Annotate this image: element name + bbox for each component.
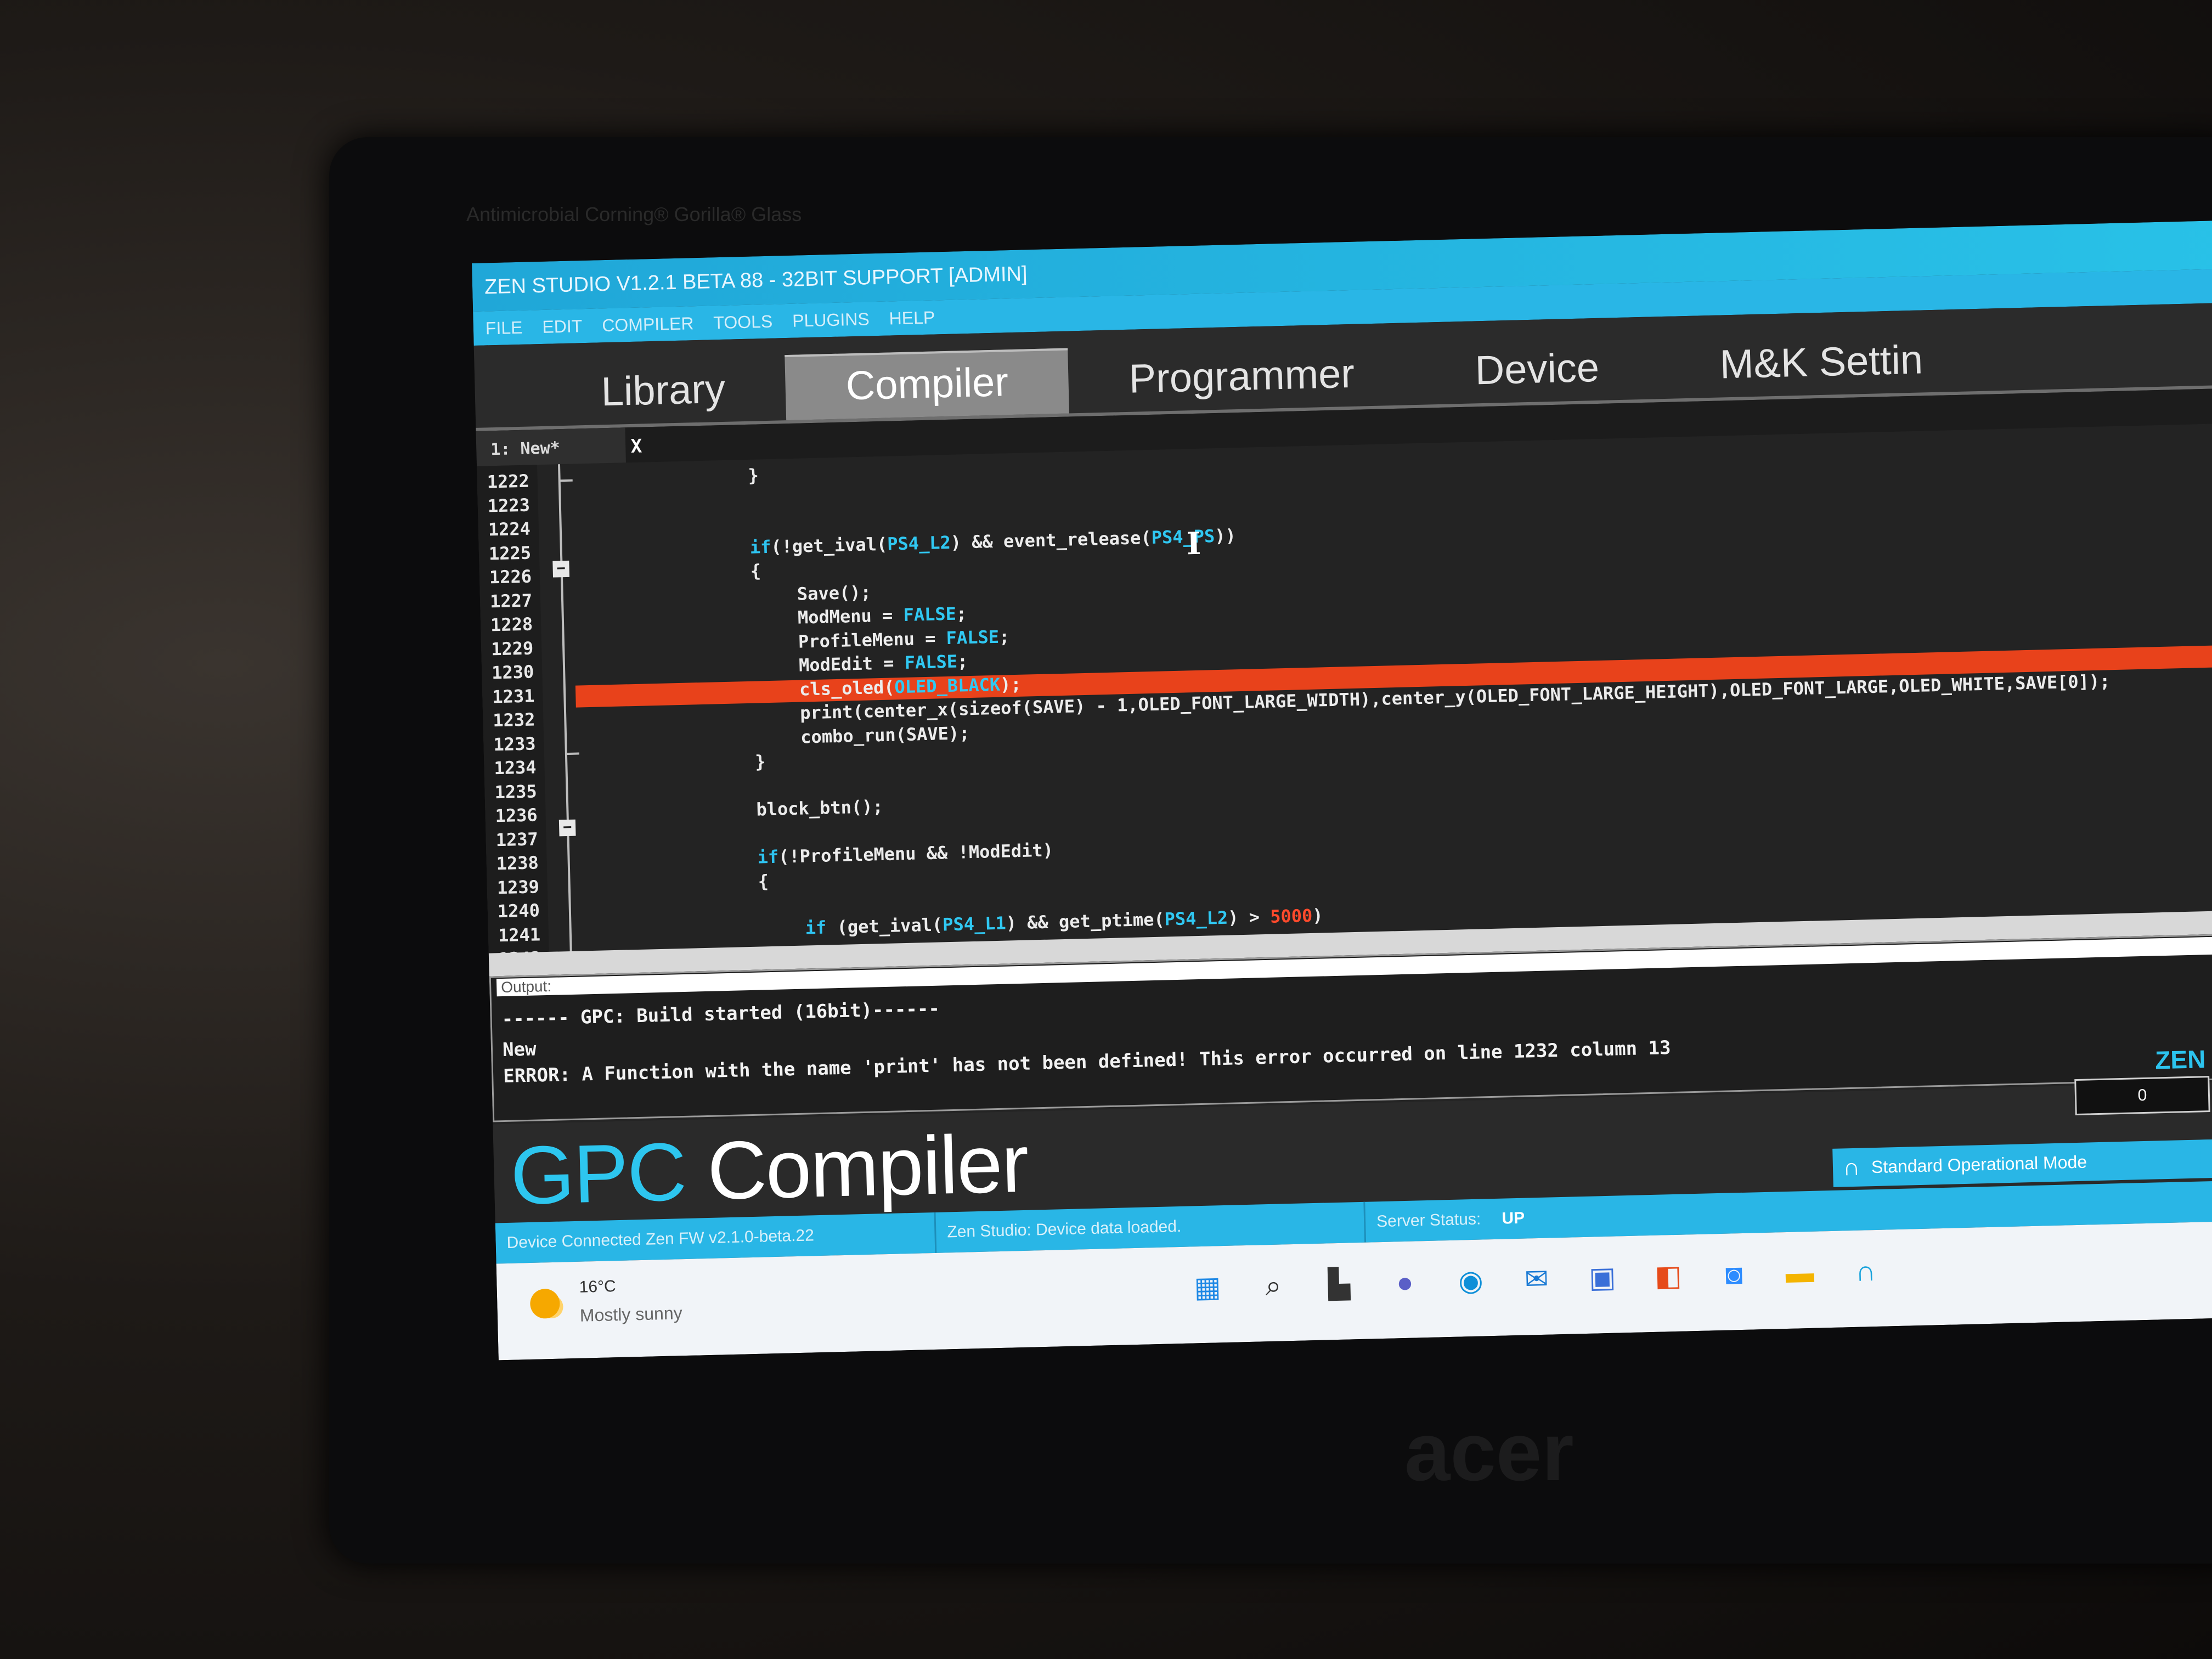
menu-tools[interactable]: TOOLS	[713, 311, 773, 333]
line-number: 1225	[488, 542, 532, 564]
server-status-value: UP	[1502, 1209, 1525, 1228]
fold-guide	[557, 464, 573, 974]
output-error-line: ERROR: A Function with the name 'print' …	[503, 1037, 1671, 1088]
code-line: combo_run(SAVE);	[800, 722, 970, 748]
output-line: New	[502, 1038, 537, 1062]
menu-help[interactable]: HELP	[889, 307, 935, 329]
tab-programmer[interactable]: Programmer	[1068, 348, 1416, 413]
code-line: }	[754, 751, 766, 772]
line-number: 1233	[493, 732, 536, 755]
fold-collapse-icon[interactable]: −	[558, 819, 576, 837]
file-explorer-icon[interactable]: ▬	[1780, 1254, 1820, 1293]
line-number: 1232	[492, 709, 535, 731]
menu-file[interactable]: FILE	[485, 317, 522, 338]
operational-mode-label: Standard Operational Mode	[1871, 1152, 2087, 1177]
code-line: Save();	[797, 581, 872, 605]
chat-icon[interactable]: ●	[1385, 1263, 1425, 1302]
line-number: 1231	[492, 685, 535, 707]
line-number: 1223	[487, 494, 531, 516]
text-cursor-icon: I	[1186, 525, 1201, 562]
office-icon[interactable]: ◧	[1649, 1256, 1688, 1296]
line-number: 1240	[497, 900, 540, 922]
line-number: 1235	[494, 780, 538, 803]
output-line: ------ GPC: Build started (16bit)------	[501, 997, 940, 1031]
ok-button[interactable]: OK	[2199, 1138, 2212, 1178]
menu-edit[interactable]: EDIT	[542, 316, 583, 337]
zen-logo-icon: ∩	[1842, 1153, 1861, 1181]
code-line: ModMenu = FALSE;	[797, 603, 967, 628]
server-status-label: Server Status:	[1376, 1210, 1481, 1231]
tab-mk-settings[interactable]: M&K Settin	[1659, 335, 1984, 399]
close-icon[interactable]: X	[630, 427, 642, 466]
code-editor[interactable]: 1222 1223 1224 1225 1226 1227 1228 1229 1230 1231…	[477, 422, 2212, 977]
code-line: if (get_ival(PS4_L1) && get_ptime(PS4_L2…	[805, 904, 1323, 939]
line-number: 1234	[494, 757, 537, 779]
line-number: 1222	[487, 470, 530, 493]
line-number: 1236	[495, 804, 538, 827]
code-line: block_btn();	[756, 795, 884, 820]
tab-compiler[interactable]: Compiler	[785, 348, 1070, 421]
tab-library[interactable]: Library	[475, 364, 787, 428]
file-tab-label: 1: New*	[490, 438, 561, 460]
weather-temperature: 16°C	[579, 1277, 617, 1296]
code-line: {	[750, 560, 761, 582]
menu-plugins[interactable]: PLUGINS	[792, 309, 870, 331]
zen-flash-value: 0	[2074, 1076, 2210, 1116]
code-line: if(!get_ival(PS4_L2) && event_release(PS…	[749, 524, 1237, 558]
zoom-icon[interactable]: ◙	[1714, 1255, 1754, 1294]
gpc-compiler-logo: GPC Compiler	[509, 1116, 1029, 1222]
line-number: 1237	[495, 828, 539, 850]
code-line: ModEdit = FALSE;	[798, 651, 968, 676]
zen-studio-icon[interactable]: ∩	[1846, 1252, 1886, 1291]
weather-condition: Mostly sunny	[579, 1303, 683, 1325]
edge-icon[interactable]: ◉	[1451, 1261, 1491, 1301]
operational-mode-button[interactable]: ∩ Standard Operational Mode	[1832, 1139, 2212, 1187]
fold-end-marker	[559, 479, 573, 482]
fold-end-marker	[566, 752, 579, 755]
line-number: 1230	[491, 661, 534, 684]
fold-collapse-icon[interactable]: −	[552, 560, 570, 578]
laptop-screen: ZEN STUDIO V1.2.1 BETA 88 - 32BIT SUPPOR…	[472, 219, 2212, 1361]
weather-sun-icon[interactable]	[529, 1288, 561, 1319]
code-line: }	[748, 465, 759, 486]
search-icon[interactable]: ⌕	[1254, 1266, 1293, 1306]
zen-flash-label: ZEN FLASH	[2154, 1042, 2212, 1075]
code-line: ProfileMenu = FALSE;	[798, 625, 1010, 652]
line-number: 1239	[496, 876, 540, 898]
code-line: {	[758, 870, 769, 892]
mail-icon[interactable]: ✉	[1517, 1260, 1556, 1299]
brand-logo: acer	[1404, 1406, 1574, 1498]
start-icon[interactable]: ▦	[1188, 1268, 1227, 1307]
tab-device[interactable]: Device	[1414, 342, 1661, 405]
line-number: 1227	[489, 589, 533, 612]
line-number: 1238	[496, 852, 539, 874]
code-line: if(!ProfileMenu && !ModEdit)	[757, 839, 1054, 868]
bezel-glass-text: Antimicrobial Corning® Gorilla® Glass	[466, 203, 802, 225]
line-number: 1226	[489, 566, 532, 588]
store-icon[interactable]: ▣	[1583, 1258, 1622, 1297]
line-number: 1241	[498, 923, 541, 946]
line-number: 1228	[490, 613, 533, 636]
line-number: 1224	[488, 518, 531, 540]
menu-compiler[interactable]: COMPILER	[602, 313, 694, 336]
line-number: 1229	[490, 637, 534, 659]
task-view-icon[interactable]: ▙	[1319, 1265, 1359, 1304]
